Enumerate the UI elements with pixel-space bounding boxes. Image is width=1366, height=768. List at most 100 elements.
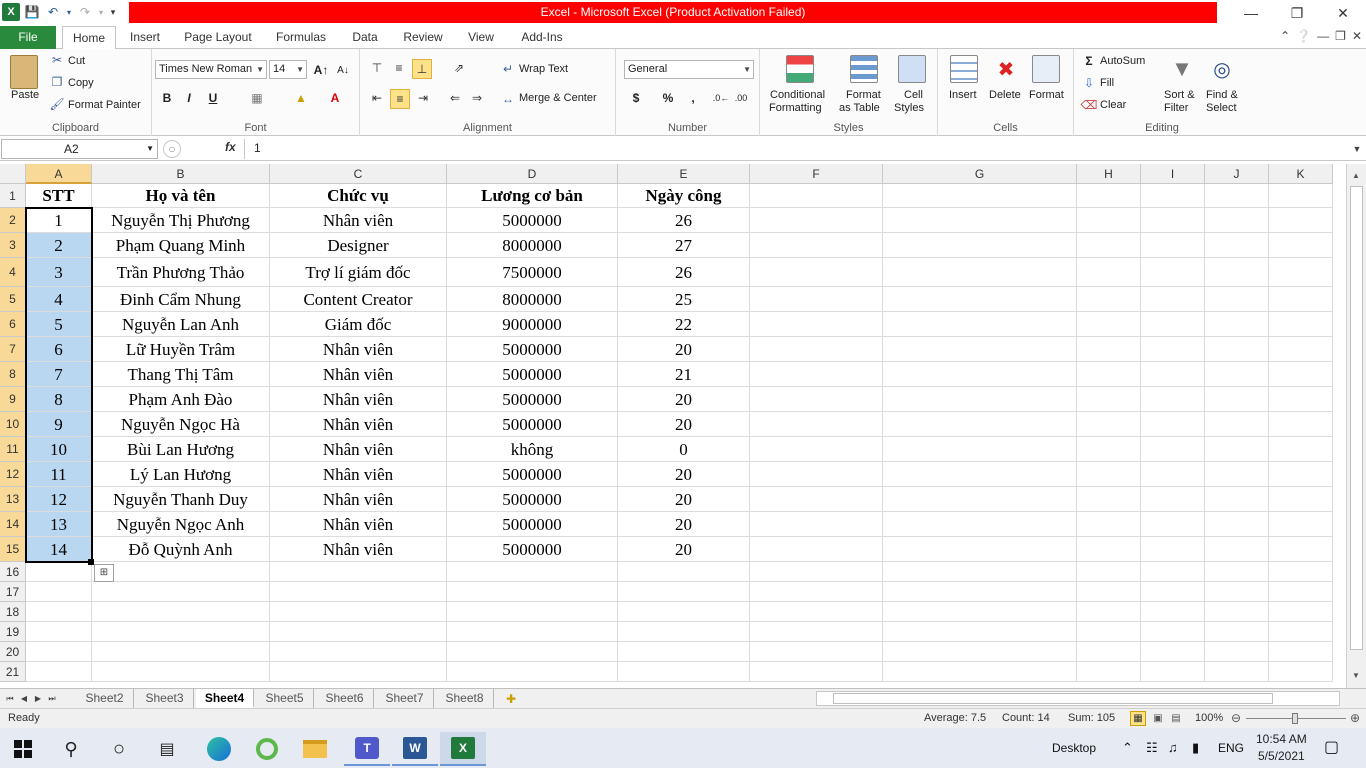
empty-cell[interactable]: [270, 562, 447, 582]
horizontal-scrollbar[interactable]: [816, 691, 1340, 706]
table-cell[interactable]: 12: [26, 487, 92, 512]
column-header-d[interactable]: D: [447, 164, 618, 184]
table-header-cell[interactable]: Họ và tên: [92, 184, 270, 208]
empty-cell[interactable]: [883, 562, 1077, 582]
empty-cell[interactable]: [26, 562, 92, 582]
table-cell[interactable]: 9000000: [447, 312, 618, 337]
empty-cell[interactable]: [750, 462, 883, 487]
empty-cell[interactable]: [1141, 258, 1205, 287]
row-header[interactable]: 16: [0, 562, 26, 582]
workbook-minimize-icon[interactable]: —: [1317, 29, 1329, 43]
tab-data[interactable]: Data: [342, 26, 388, 49]
restore-icon[interactable]: ❐: [1274, 0, 1320, 26]
empty-cell[interactable]: [1269, 387, 1333, 412]
table-cell[interactable]: Phạm Quang Minh: [92, 233, 270, 258]
row-header[interactable]: 3: [0, 233, 26, 258]
conditional-formatting-icon[interactable]: [786, 55, 814, 83]
empty-cell[interactable]: [1269, 512, 1333, 537]
table-cell[interactable]: Nhân viên: [270, 537, 447, 562]
empty-cell[interactable]: [92, 602, 270, 622]
tab-page-layout[interactable]: Page Layout: [176, 26, 260, 49]
normal-view-icon[interactable]: ▦: [1130, 711, 1146, 726]
tab-home[interactable]: Home: [62, 26, 116, 50]
empty-cell[interactable]: [1269, 462, 1333, 487]
table-cell[interactable]: Nhân viên: [270, 437, 447, 462]
row-header[interactable]: 12: [0, 462, 26, 487]
table-cell[interactable]: Nguyễn Thị Phương: [92, 208, 270, 233]
sheet-tab-sheet3[interactable]: Sheet3: [136, 689, 194, 708]
empty-cell[interactable]: [1205, 562, 1269, 582]
clear-button[interactable]: Clear: [1100, 99, 1126, 111]
paste-icon[interactable]: [10, 55, 38, 89]
table-cell[interactable]: 26: [618, 208, 750, 233]
cortana-icon[interactable]: ○: [96, 732, 142, 766]
sort-filter-label[interactable]: Sort &: [1164, 89, 1195, 101]
sheet-tab-sheet6[interactable]: Sheet6: [316, 689, 374, 708]
conditional-formatting-label[interactable]: Conditional: [770, 89, 825, 101]
table-cell[interactable]: Nhân viên: [270, 208, 447, 233]
horizontal-scroll-thumb[interactable]: [833, 693, 1273, 704]
save-icon[interactable]: 💾: [23, 3, 41, 21]
table-header-cell[interactable]: STT: [26, 184, 92, 208]
table-header-cell[interactable]: Chức vụ: [270, 184, 447, 208]
scroll-up-icon[interactable]: ▲: [1349, 168, 1363, 182]
empty-cell[interactable]: [1269, 642, 1333, 662]
empty-cell[interactable]: [1077, 487, 1141, 512]
empty-cell[interactable]: [1077, 337, 1141, 362]
table-cell[interactable]: 20: [618, 337, 750, 362]
empty-cell[interactable]: [270, 642, 447, 662]
empty-cell[interactable]: [1205, 312, 1269, 337]
find-select-label-2[interactable]: Select: [1206, 102, 1237, 114]
table-cell[interactable]: Giám đốc: [270, 312, 447, 337]
empty-cell[interactable]: [618, 642, 750, 662]
empty-cell[interactable]: [618, 602, 750, 622]
excel-taskbar-icon[interactable]: X: [440, 732, 486, 766]
empty-cell[interactable]: [1141, 582, 1205, 602]
empty-cell[interactable]: [447, 562, 618, 582]
empty-cell[interactable]: [1141, 602, 1205, 622]
column-header-e[interactable]: E: [618, 164, 750, 184]
align-right-icon[interactable]: ⇥: [414, 89, 432, 107]
empty-cell[interactable]: [26, 622, 92, 642]
show-hidden-icons-icon[interactable]: ⌃: [1122, 728, 1133, 768]
tab-add-ins[interactable]: Add-Ins: [512, 26, 572, 49]
cell-styles-icon[interactable]: [898, 55, 926, 83]
empty-cell[interactable]: [883, 512, 1077, 537]
table-cell[interactable]: 5000000: [447, 362, 618, 387]
empty-cell[interactable]: [1269, 337, 1333, 362]
table-cell[interactable]: 6: [26, 337, 92, 362]
table-cell[interactable]: Nhân viên: [270, 512, 447, 537]
empty-cell[interactable]: [447, 602, 618, 622]
table-cell[interactable]: 5000000: [447, 208, 618, 233]
empty-cell[interactable]: [1077, 602, 1141, 622]
empty-cell[interactable]: [1077, 387, 1141, 412]
notification-icon[interactable]: ▢: [1324, 728, 1339, 768]
row-header[interactable]: 10: [0, 412, 26, 437]
empty-cell[interactable]: [270, 662, 447, 682]
empty-cell[interactable]: [1205, 642, 1269, 662]
empty-cell[interactable]: [1141, 362, 1205, 387]
empty-cell[interactable]: [270, 582, 447, 602]
language-indicator[interactable]: ENG: [1218, 728, 1244, 768]
empty-cell[interactable]: [1205, 412, 1269, 437]
column-header-j[interactable]: J: [1205, 164, 1269, 184]
desktop-toolbar[interactable]: Desktop: [1052, 728, 1096, 768]
windows-start-icon[interactable]: [0, 732, 46, 766]
clear-icon[interactable]: ⌫: [1081, 97, 1098, 113]
empty-cell[interactable]: [92, 582, 270, 602]
sort-filter-label-2[interactable]: Filter: [1164, 102, 1188, 114]
align-bottom-icon[interactable]: ⊥: [412, 59, 432, 79]
empty-cell[interactable]: [1077, 582, 1141, 602]
table-cell[interactable]: 14: [26, 537, 92, 562]
empty-cell[interactable]: [883, 337, 1077, 362]
table-cell[interactable]: 20: [618, 537, 750, 562]
empty-cell[interactable]: [1269, 412, 1333, 437]
empty-cell[interactable]: [270, 622, 447, 642]
tab-formulas[interactable]: Formulas: [268, 26, 334, 49]
app-icon-green[interactable]: [244, 732, 290, 766]
italic-button[interactable]: I: [180, 89, 198, 107]
table-cell[interactable]: Trợ lí giám đốc: [270, 258, 447, 287]
empty-cell[interactable]: [1077, 562, 1141, 582]
empty-cell[interactable]: [1141, 662, 1205, 682]
decrease-indent-icon[interactable]: ⇐: [446, 89, 464, 107]
